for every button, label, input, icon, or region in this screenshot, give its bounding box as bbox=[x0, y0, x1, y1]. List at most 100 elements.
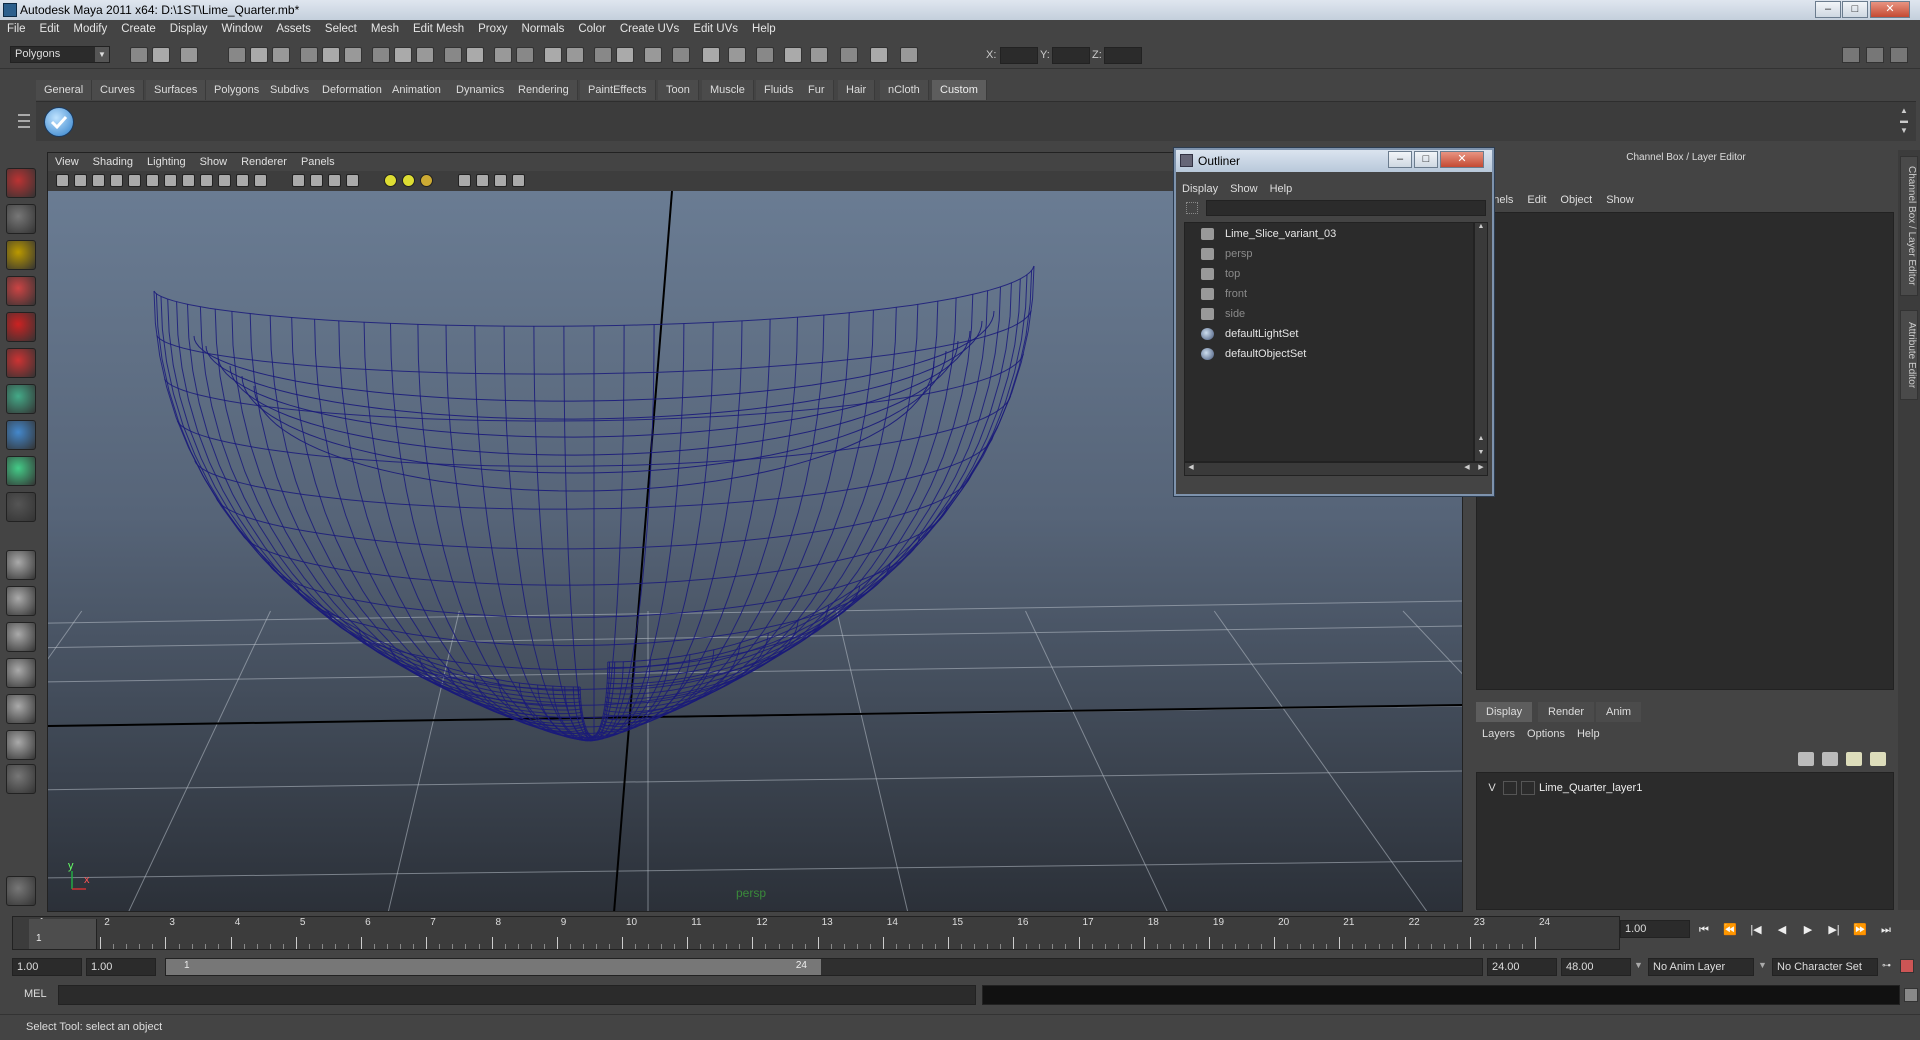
textured-icon[interactable] bbox=[346, 174, 359, 187]
shelf-tab-custom[interactable]: Custom bbox=[932, 80, 987, 100]
lock-icon[interactable] bbox=[672, 47, 690, 63]
end-time-field[interactable]: 48.00 bbox=[1561, 958, 1631, 976]
rotate-tool-icon[interactable] bbox=[6, 312, 36, 342]
show-icon[interactable] bbox=[784, 47, 802, 63]
shelf-tab-toon[interactable]: Toon bbox=[658, 80, 699, 100]
grid-toggle-icon[interactable] bbox=[146, 174, 159, 187]
viewport-menu-show[interactable]: Show bbox=[193, 153, 235, 171]
viewport-menu-panels[interactable]: Panels bbox=[294, 153, 342, 171]
menu-help[interactable]: Help bbox=[745, 20, 783, 39]
shelf-tab-subdivs[interactable]: Subdivs bbox=[262, 80, 319, 100]
go-to-start-icon[interactable]: ⏮ bbox=[1694, 922, 1714, 938]
select-camera-icon[interactable] bbox=[56, 174, 69, 187]
menu-create-uvs[interactable]: Create UVs bbox=[613, 20, 686, 39]
custom-shelf-check-icon[interactable] bbox=[44, 107, 74, 137]
menu-edit[interactable]: Edit bbox=[33, 20, 67, 39]
menu-color[interactable]: Color bbox=[571, 20, 612, 39]
outliner-menu-show[interactable]: Show bbox=[1224, 180, 1264, 198]
outliner-item[interactable]: Lime_Slice_variant_03 bbox=[1201, 225, 1336, 243]
layer-visibility-toggle[interactable]: V bbox=[1485, 779, 1499, 797]
character-set-select[interactable]: No Character Set bbox=[1772, 958, 1878, 976]
outliner-layout-icon[interactable] bbox=[6, 730, 36, 760]
viewport-menu-renderer[interactable]: Renderer bbox=[234, 153, 294, 171]
start-time-field[interactable]: 1.00 bbox=[12, 958, 82, 976]
paint-select-tool-icon[interactable] bbox=[6, 240, 36, 270]
preferences-icon[interactable] bbox=[1900, 959, 1914, 973]
manipulator-tool-icon[interactable] bbox=[6, 384, 36, 414]
menu-file[interactable]: File bbox=[0, 20, 33, 39]
new-scene-icon[interactable] bbox=[130, 47, 148, 63]
outliner-item[interactable]: front bbox=[1201, 285, 1247, 303]
snap-grid-icon[interactable] bbox=[322, 47, 340, 63]
single-perspective-layout-icon[interactable] bbox=[6, 550, 36, 580]
shelf-tab-fur[interactable]: Fur bbox=[800, 80, 834, 100]
isolate-select-icon[interactable] bbox=[458, 174, 471, 187]
ui-icon[interactable] bbox=[810, 47, 828, 63]
all-lights-icon[interactable] bbox=[402, 174, 415, 187]
layer-menu-help[interactable]: Help bbox=[1571, 724, 1606, 744]
snap-live-icon[interactable] bbox=[416, 47, 434, 63]
outliner-item[interactable]: top bbox=[1201, 265, 1240, 283]
outliner-item[interactable]: defaultObjectSet bbox=[1201, 345, 1306, 363]
safe-title-icon[interactable] bbox=[254, 174, 267, 187]
persp-outliner-layout-icon[interactable] bbox=[6, 622, 36, 652]
panel-layout-icon[interactable] bbox=[1842, 47, 1860, 63]
anim-layer-select[interactable]: No Anim Layer bbox=[1648, 958, 1754, 976]
grid-icon[interactable] bbox=[870, 47, 888, 63]
output-ops-icon[interactable] bbox=[516, 47, 534, 63]
select-object-icon[interactable] bbox=[250, 47, 268, 63]
shelf-tab-general[interactable]: General bbox=[36, 80, 93, 100]
shadows-icon[interactable] bbox=[420, 174, 433, 187]
menu-edit-uvs[interactable]: Edit UVs bbox=[686, 20, 745, 39]
scene-settings-icon[interactable] bbox=[6, 876, 36, 906]
outliner-menu-display[interactable]: Display bbox=[1176, 180, 1224, 198]
menu-window[interactable]: Window bbox=[214, 20, 269, 39]
channel-box-menu-item[interactable]: Edit bbox=[1520, 190, 1553, 210]
outliner-item[interactable]: side bbox=[1201, 305, 1245, 323]
resolution-gate-icon[interactable] bbox=[182, 174, 195, 187]
layer-color-swatch[interactable] bbox=[1521, 781, 1535, 795]
selection-mask-icon[interactable] bbox=[702, 47, 720, 63]
lasso-tool-icon[interactable] bbox=[6, 204, 36, 234]
filter-icon[interactable] bbox=[1186, 202, 1198, 214]
menu-mesh[interactable]: Mesh bbox=[364, 20, 406, 39]
four-view-layout-icon[interactable] bbox=[6, 586, 36, 616]
side-tab-channel-box[interactable]: Channel Box / Layer Editor bbox=[1900, 156, 1918, 296]
outliner-maximize-button[interactable]: □ bbox=[1414, 151, 1438, 168]
ipr-render-icon[interactable] bbox=[566, 47, 584, 63]
soft-mod-tool-icon[interactable] bbox=[6, 420, 36, 450]
menu-select[interactable]: Select bbox=[318, 20, 364, 39]
shelf-tab-ncloth[interactable]: nCloth bbox=[880, 80, 929, 100]
go-to-end-icon[interactable]: ⏭ bbox=[1876, 922, 1896, 938]
play-forwards-icon[interactable]: ▶ bbox=[1798, 922, 1818, 938]
gate-mask-icon[interactable] bbox=[200, 174, 213, 187]
shelf-tab-curves[interactable]: Curves bbox=[92, 80, 144, 100]
play-backwards-icon[interactable]: ◀ bbox=[1772, 922, 1792, 938]
shelf-tab-polygons[interactable]: Polygons bbox=[206, 80, 269, 100]
shelf-tab-muscle[interactable]: Muscle bbox=[702, 80, 754, 100]
camera-icon[interactable] bbox=[900, 47, 918, 63]
display-icon[interactable] bbox=[756, 47, 774, 63]
layer-menu-options[interactable]: Options bbox=[1521, 724, 1571, 744]
render-view-icon[interactable] bbox=[644, 47, 662, 63]
new-layer-selected-icon[interactable] bbox=[1822, 752, 1838, 766]
camera-tool-icon[interactable] bbox=[728, 47, 746, 63]
bookmark-icon[interactable] bbox=[92, 174, 105, 187]
outliner-title-bar[interactable]: Outliner – □ ✕ bbox=[1176, 150, 1492, 172]
2d-pan-icon[interactable] bbox=[128, 174, 141, 187]
menu-modify[interactable]: Modify bbox=[66, 20, 114, 39]
layer-tab-render[interactable]: Render bbox=[1538, 702, 1595, 722]
outliner-close-button[interactable]: ✕ bbox=[1440, 151, 1484, 168]
channel-box-menu-item[interactable]: Show bbox=[1599, 190, 1641, 210]
time-slider[interactable]: 1234567891011121314151617181920212223241 bbox=[12, 916, 1620, 950]
side-tab-attribute-editor[interactable]: Attribute Editor bbox=[1900, 310, 1918, 400]
layer-playback-toggle[interactable] bbox=[1503, 781, 1517, 795]
custom-layout-icon[interactable] bbox=[6, 764, 36, 794]
channel-box-toggle-icon[interactable] bbox=[1890, 47, 1908, 63]
z-field[interactable] bbox=[1104, 47, 1142, 64]
hardware-texturing-icon[interactable] bbox=[512, 174, 525, 187]
smooth-shade-icon[interactable] bbox=[310, 174, 323, 187]
wireframe-icon[interactable] bbox=[292, 174, 305, 187]
command-language-label[interactable]: MEL bbox=[24, 988, 47, 1000]
field-chart-icon[interactable] bbox=[218, 174, 231, 187]
